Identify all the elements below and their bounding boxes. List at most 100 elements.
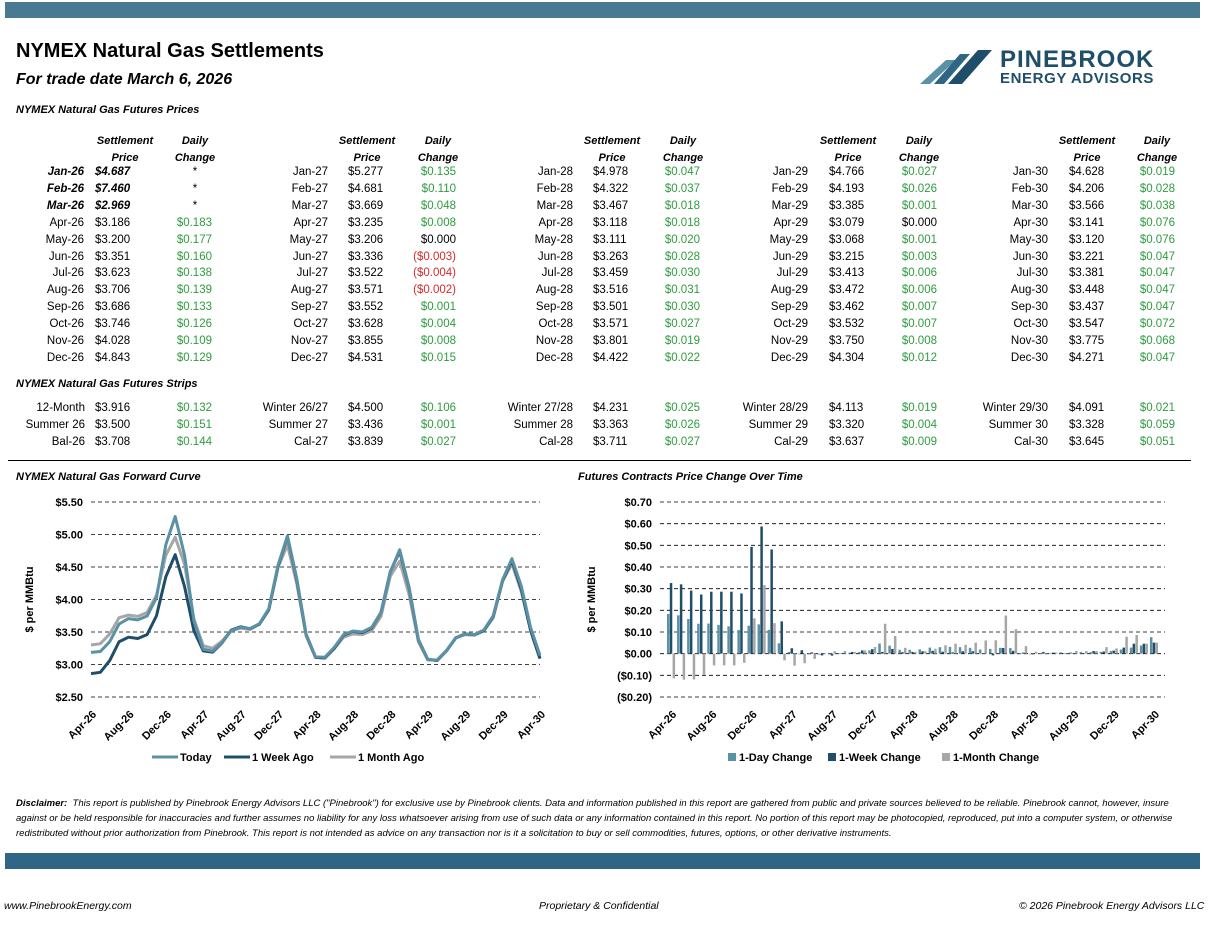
bar-1-week-change: [981, 653, 985, 655]
bar-1-month-change: [853, 651, 857, 654]
contract-month: Feb-30: [1011, 182, 1048, 195]
x-tick-label: Apr-26: [646, 709, 679, 742]
daily-change: $0.047: [1139, 351, 1175, 364]
bar-1-week-change: [860, 650, 864, 654]
price-row: Apr-30 $3.141 $0.076: [0, 217, 1212, 233]
y-tick-label: ($0.10): [617, 670, 652, 682]
strip-change: $0.059: [1139, 419, 1175, 431]
strip-name: Cal-30: [1014, 436, 1048, 448]
settlement-price: $4.271: [1069, 351, 1105, 364]
x-tick-label: Aug-26: [102, 709, 137, 744]
bar-1-day-change: [1029, 653, 1032, 655]
legend-label: 1-Day Change: [739, 752, 812, 764]
strip-price: $3.328: [1069, 419, 1105, 431]
x-tick-label: Apr-29: [1008, 709, 1041, 742]
x-tick-label: Aug-27: [214, 709, 249, 744]
x-tick-label: Dec-27: [846, 709, 880, 743]
settlement-price: $3.566: [1069, 199, 1105, 212]
bar-1-month-change: [702, 653, 706, 675]
contract-month: Dec-30: [1010, 351, 1048, 364]
bar-1-week-change: [699, 594, 703, 654]
bar-1-day-change: [677, 615, 680, 654]
bar-1-month-change: [1135, 635, 1138, 654]
bar-1-month-change: [753, 618, 756, 654]
change-label: Change: [898, 152, 940, 164]
bar-1-day-change: [918, 649, 922, 654]
x-tick-label: Dec-29: [477, 709, 511, 743]
settlement-price: $3.381: [1069, 267, 1105, 280]
y-tick-label: $0.40: [624, 562, 652, 574]
price-row: Oct-30 $3.547 $0.072: [0, 318, 1212, 334]
settlement-label: Settlement: [583, 135, 641, 147]
bar-1-week-change: [679, 584, 683, 654]
bar-1-month-change: [843, 651, 847, 654]
bar-1-day-change: [878, 643, 881, 654]
bar-1-day-change: [908, 649, 911, 654]
bar-1-day-change: [898, 649, 901, 654]
price-change-chart: ($0.20) ($0.10) $0.00 $0.10 $0.20 $0.30 $0.40 $…: [586, 497, 1165, 764]
bar-1-month-change: [1024, 646, 1028, 654]
bar-1-week-change: [891, 648, 894, 654]
bar-1-month-change: [1115, 648, 1118, 654]
settlement-price: $3.141: [1069, 216, 1105, 229]
x-tick-label: Dec-29: [1088, 709, 1122, 743]
footer-website[interactable]: www.PinebrookEnergy.com: [4, 900, 132, 912]
price-label: Price: [1073, 152, 1101, 164]
bar-1-month-change: [1034, 651, 1038, 654]
bar-1-day-change: [1119, 649, 1123, 654]
settlement-label: Settlement: [338, 135, 396, 147]
top-banner: [5, 2, 1200, 18]
x-tick-label: Dec-28: [364, 709, 398, 743]
bar-1-day-change: [787, 651, 791, 654]
contract-month: Sep-30: [1010, 301, 1048, 314]
bar-1-week-change: [971, 651, 975, 654]
settlement-price: $3.775: [1069, 335, 1105, 347]
bar-1-week-change: [871, 649, 874, 654]
bar-1-day-change: [727, 626, 730, 654]
x-tick-label: Apr-27: [178, 709, 211, 742]
strip-price: $4.091: [1069, 402, 1105, 414]
bar-1-month-change: [1014, 629, 1018, 654]
bar-1-day-change: [968, 647, 972, 654]
price-row: Aug-30 $3.448 $0.047: [0, 284, 1212, 300]
price-label: Price: [353, 152, 381, 164]
bar-1-week-change: [1142, 643, 1146, 654]
bar-1-week-change: [941, 651, 944, 654]
bar-1-week-change: [1112, 650, 1115, 654]
strip-row: Summer 30 $3.328 $0.059: [0, 419, 1212, 435]
price-row: Mar-30 $3.566 $0.038: [0, 200, 1212, 216]
bar-1-day-change: [888, 645, 891, 654]
bar-1-month-change: [964, 644, 967, 654]
daily-change: $0.072: [1139, 318, 1175, 331]
bar-1-day-change: [827, 653, 831, 655]
settlement-price: $3.448: [1069, 284, 1105, 297]
bar-1-month-change: [883, 623, 887, 654]
disclaimer: Disclaimer: This report is published by …: [16, 796, 1196, 841]
price-label: Price: [111, 152, 139, 164]
strip-name: Winter 29/30: [982, 402, 1048, 414]
bar-1-month-change: [863, 650, 867, 654]
daily-change: $0.068: [1139, 335, 1175, 347]
series-line-1-month-ago: [90, 535, 542, 662]
strip-change: $0.051: [1139, 436, 1175, 448]
bar-1-month-change: [1044, 653, 1048, 655]
y-tick-label: $2.50: [55, 692, 83, 704]
bar-1-month-change: [1145, 643, 1148, 654]
bar-1-week-change: [790, 648, 794, 654]
strip-row: Cal-30 $3.645 $0.051: [0, 436, 1212, 452]
bar-1-month-change: [1105, 647, 1108, 654]
y-tick-label: $0.70: [624, 497, 652, 509]
bar-1-month-change: [773, 623, 776, 654]
price-row: Feb-30 $4.206 $0.028: [0, 183, 1212, 199]
settlement-label: Settlement: [1058, 135, 1116, 147]
settlement-price: $3.547: [1069, 318, 1105, 331]
bar-1-week-change: [720, 591, 723, 654]
y-tick-label: $0.10: [624, 627, 652, 639]
daily-change: $0.047: [1139, 250, 1175, 263]
bar-1-day-change: [928, 647, 932, 654]
bar-1-month-change: [934, 648, 937, 654]
bar-1-day-change: [1079, 652, 1083, 654]
bar-1-month-change: [944, 645, 947, 654]
settlement-price: $3.120: [1069, 233, 1105, 246]
bar-1-month-change: [672, 653, 676, 679]
